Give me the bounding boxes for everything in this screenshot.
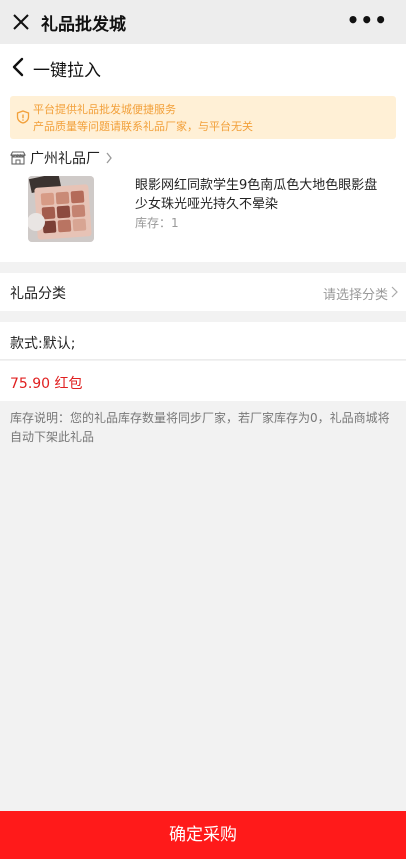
notice-text-line2: 产品质量等问题请联系礼品厂家，与平台无关: [33, 120, 253, 133]
price-text: 75.90 红包: [10, 376, 83, 392]
category-label: 礼品分类: [10, 286, 66, 302]
window-title: 礼品批发城: [41, 15, 126, 35]
chevron-right-icon: [391, 286, 398, 298]
shop-icon: [10, 151, 26, 165]
notice-text-line1: 平台提供礼品批发城便捷服务: [33, 103, 176, 116]
notice-banner: 平台提供礼品批发城便捷服务 产品质量等问题请联系礼品厂家，与平台无关: [10, 96, 396, 139]
category-selector[interactable]: 礼品分类 请选择分类: [0, 273, 406, 311]
spec-text: 款式:默认;: [10, 336, 76, 352]
window-titlebar: 礼品批发城 •••: [0, 0, 406, 44]
page-title: 一键拉入: [33, 61, 101, 81]
spec-row: 款式:默认;: [0, 322, 406, 360]
product-image[interactable]: [28, 176, 94, 242]
confirm-purchase-button[interactable]: 确定采购: [0, 811, 406, 859]
nav-bar: 一键拉入: [0, 44, 406, 90]
stock-count: 库存：1: [135, 216, 179, 230]
chevron-right-icon: [106, 152, 112, 164]
shop-link[interactable]: 广州礼品厂: [10, 148, 113, 168]
shield-alert-icon: [16, 110, 30, 124]
eyeshadow-palette-image: [28, 176, 94, 242]
more-icon[interactable]: •••: [347, 8, 388, 32]
stock-note: 库存说明：您的礼品库存数量将同步厂家，若厂家库存为0，礼品商城将自动下架此礼品: [10, 411, 390, 444]
back-arrow-icon[interactable]: [10, 56, 26, 78]
price-row: 75.90 红包: [0, 361, 406, 401]
product-title: 眼影网红同款学生9色南瓜色大地色眼影盘少女珠光哑光持久不晕染: [135, 178, 378, 212]
shop-name: 广州礼品厂: [30, 151, 100, 167]
close-icon[interactable]: [10, 11, 32, 33]
category-placeholder: 请选择分类: [322, 288, 388, 303]
